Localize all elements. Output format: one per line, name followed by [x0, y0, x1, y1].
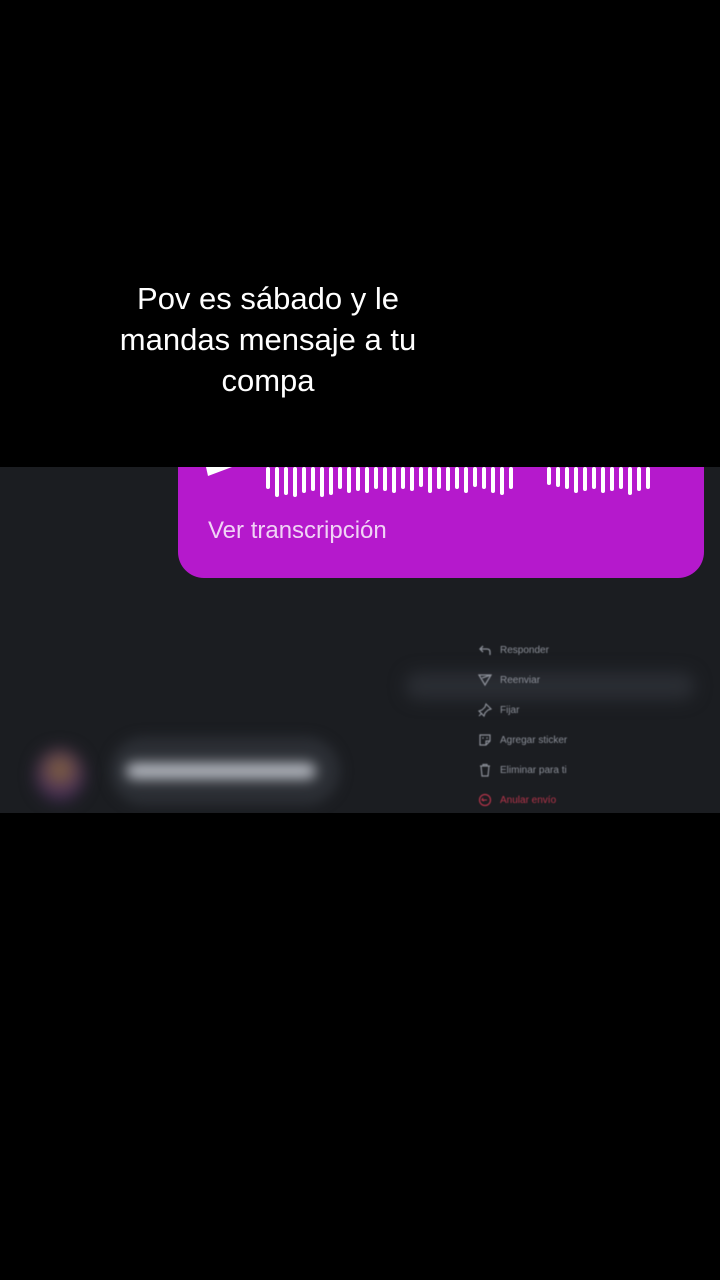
menu-item-label: Eliminar para ti	[500, 764, 567, 776]
menu-item-label: Responder	[500, 644, 549, 656]
sticker-icon	[479, 734, 491, 746]
audio-waveform[interactable]	[266, 467, 650, 497]
menu-item-label: Anular envío	[500, 794, 557, 806]
menu-item-label: Reenviar	[500, 674, 541, 686]
pin-icon	[478, 703, 492, 717]
menu-item-forward[interactable]: Reenviar	[478, 665, 698, 695]
menu-item-reply[interactable]: Responder	[478, 635, 698, 665]
menu-item-label: Fijar	[500, 704, 520, 716]
menu-item-pin[interactable]: Fijar	[478, 695, 698, 725]
trash-icon	[480, 763, 490, 777]
video-caption: Pov es sábado y le mandas mensaje a tu c…	[119, 281, 417, 398]
menu-item-delete[interactable]: Eliminar para ti	[478, 755, 698, 785]
send-icon	[478, 674, 492, 687]
chat-screen: Ver transcripción Responder Reenviar Fij…	[0, 467, 720, 813]
message-context-menu: Responder Reenviar Fijar Agregar sticker…	[478, 625, 698, 813]
view-transcription-link[interactable]: Ver transcripción	[208, 517, 387, 545]
menu-item-unsend[interactable]: Anular envío	[478, 785, 698, 813]
avatar	[36, 749, 84, 801]
undo-icon	[478, 793, 492, 807]
blurred-message	[110, 737, 340, 805]
menu-item-add-sticker[interactable]: Agregar sticker	[478, 725, 698, 755]
play-icon[interactable]	[204, 467, 234, 477]
reply-icon	[479, 645, 491, 655]
menu-item-label: Agregar sticker	[500, 734, 568, 746]
